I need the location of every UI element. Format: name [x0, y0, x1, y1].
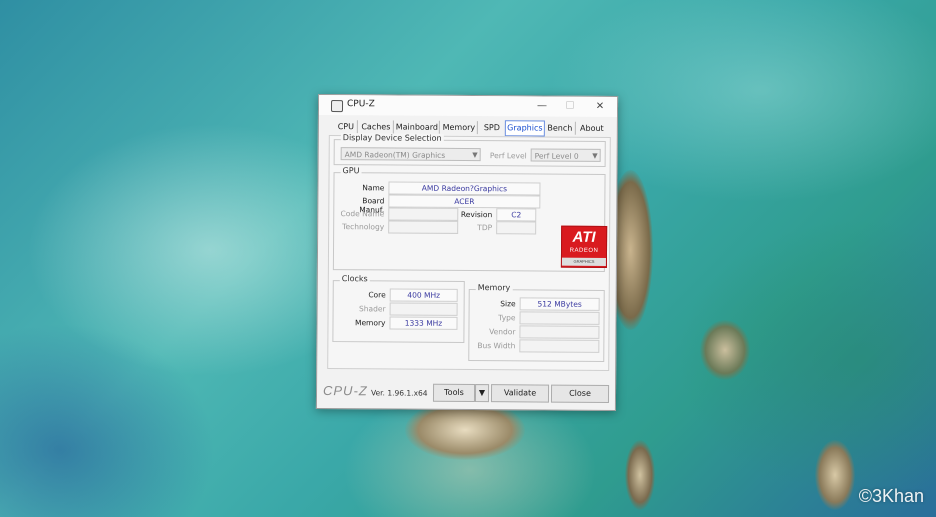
- tab-memory[interactable]: Memory: [440, 120, 478, 135]
- tdp-label: TDP: [477, 223, 493, 233]
- memory-type-value: [519, 311, 600, 325]
- version-label: Ver. 1.96.1.x64: [370, 388, 428, 398]
- memory-vendor-label: Vendor: [489, 327, 516, 337]
- tab-spd[interactable]: SPD: [478, 121, 506, 135]
- tools-button[interactable]: Tools: [432, 383, 476, 403]
- cpuz-app-icon: [330, 100, 344, 113]
- window-title: CPU-Z: [346, 99, 375, 110]
- memory-title: Memory: [475, 283, 513, 293]
- perf-level-select[interactable]: Perf Level 0 ▼: [530, 148, 601, 162]
- maximize-button[interactable]: ☐: [557, 99, 583, 115]
- tab-graphics[interactable]: Graphics: [504, 120, 545, 137]
- device-select[interactable]: AMD Radeon(TM) Graphics ▼: [340, 147, 481, 162]
- tdp-value: [496, 221, 537, 235]
- gpu-name-value: AMD Radeon?Graphics: [388, 181, 541, 196]
- bus-width-label: Bus Width: [477, 341, 516, 351]
- gpu-name-label: Name: [362, 183, 385, 193]
- memory-clock-label: Memory: [354, 318, 386, 328]
- memory-clock-value: 1333 MHz: [389, 316, 458, 330]
- wallpaper-island: [625, 440, 655, 510]
- perf-level-value: Perf Level 0: [534, 151, 579, 161]
- chevron-down-icon: ▼: [592, 151, 598, 160]
- radeon-logo-text: RADEON: [569, 247, 599, 254]
- ati-radeon-logo: ATI RADEON GRAPHICS: [560, 225, 608, 268]
- perf-level-label: Perf Level: [489, 151, 527, 161]
- core-clock-label: Core: [368, 290, 386, 300]
- gpu-title: GPU: [340, 166, 362, 176]
- tab-about[interactable]: About: [577, 122, 607, 135]
- device-select-value: AMD Radeon(TM) Graphics: [344, 150, 446, 160]
- graphics-panel: Display Device Selection AMD Radeon(TM) …: [327, 133, 611, 371]
- memory-type-label: Type: [498, 313, 516, 323]
- core-clock-value: 400 MHz: [389, 288, 458, 302]
- tab-cpu[interactable]: CPU: [334, 120, 358, 134]
- wallpaper-island: [815, 440, 855, 510]
- clocks-group: Clocks Core 400 MHz Shader Memory 1333 M…: [332, 274, 465, 343]
- cpuz-window: CPU-Z — ☐ ✕ CPU Caches Mainboard Memory …: [315, 93, 619, 412]
- technology-label: Technology: [342, 222, 385, 232]
- bus-width-value: [519, 339, 600, 353]
- revision-label: Revision: [460, 209, 493, 220]
- ati-logo-text: ATI: [572, 228, 596, 246]
- display-device-title: Display Device Selection: [340, 133, 444, 143]
- memory-group: Memory Size 512 MBytes Type Vendor Bus W…: [468, 283, 605, 362]
- graphics-logo-text: GRAPHICS: [561, 257, 606, 266]
- technology-value: [388, 220, 459, 234]
- minimize-button[interactable]: —: [529, 98, 555, 114]
- title-bar[interactable]: CPU-Z — ☐ ✕: [318, 94, 618, 118]
- close-window-button[interactable]: ✕: [587, 99, 613, 115]
- memory-size-label: Size: [500, 299, 516, 309]
- footer-bar: CPU-Z Ver. 1.96.1.x64 Tools ▼ Validate C…: [317, 374, 615, 410]
- tab-mainboard[interactable]: Mainboard: [394, 120, 440, 134]
- cpuz-brand: CPU-Z: [322, 382, 368, 399]
- revision-value: C2: [496, 208, 537, 222]
- validate-button[interactable]: Validate: [490, 384, 550, 403]
- chevron-down-icon: ▼: [472, 151, 478, 160]
- memory-vendor-value: [519, 325, 600, 339]
- display-device-group: Display Device Selection AMD Radeon(TM) …: [333, 133, 606, 167]
- code-name-label: Code Name: [340, 209, 385, 219]
- tab-caches[interactable]: Caches: [358, 120, 394, 134]
- board-manuf-value: ACER: [388, 194, 541, 209]
- clocks-title: Clocks: [339, 274, 370, 284]
- memory-size-value: 512 MBytes: [519, 297, 600, 311]
- watermark-text: ©3Khan: [858, 486, 924, 506]
- code-name-value: [388, 207, 459, 221]
- close-button[interactable]: Close: [550, 384, 610, 403]
- tools-dropdown-arrow-icon[interactable]: ▼: [474, 384, 490, 403]
- shader-clock-label: Shader: [358, 304, 386, 314]
- shader-clock-value: [389, 302, 458, 316]
- wallpaper-island: [700, 320, 750, 380]
- tab-bench[interactable]: Bench: [544, 121, 576, 135]
